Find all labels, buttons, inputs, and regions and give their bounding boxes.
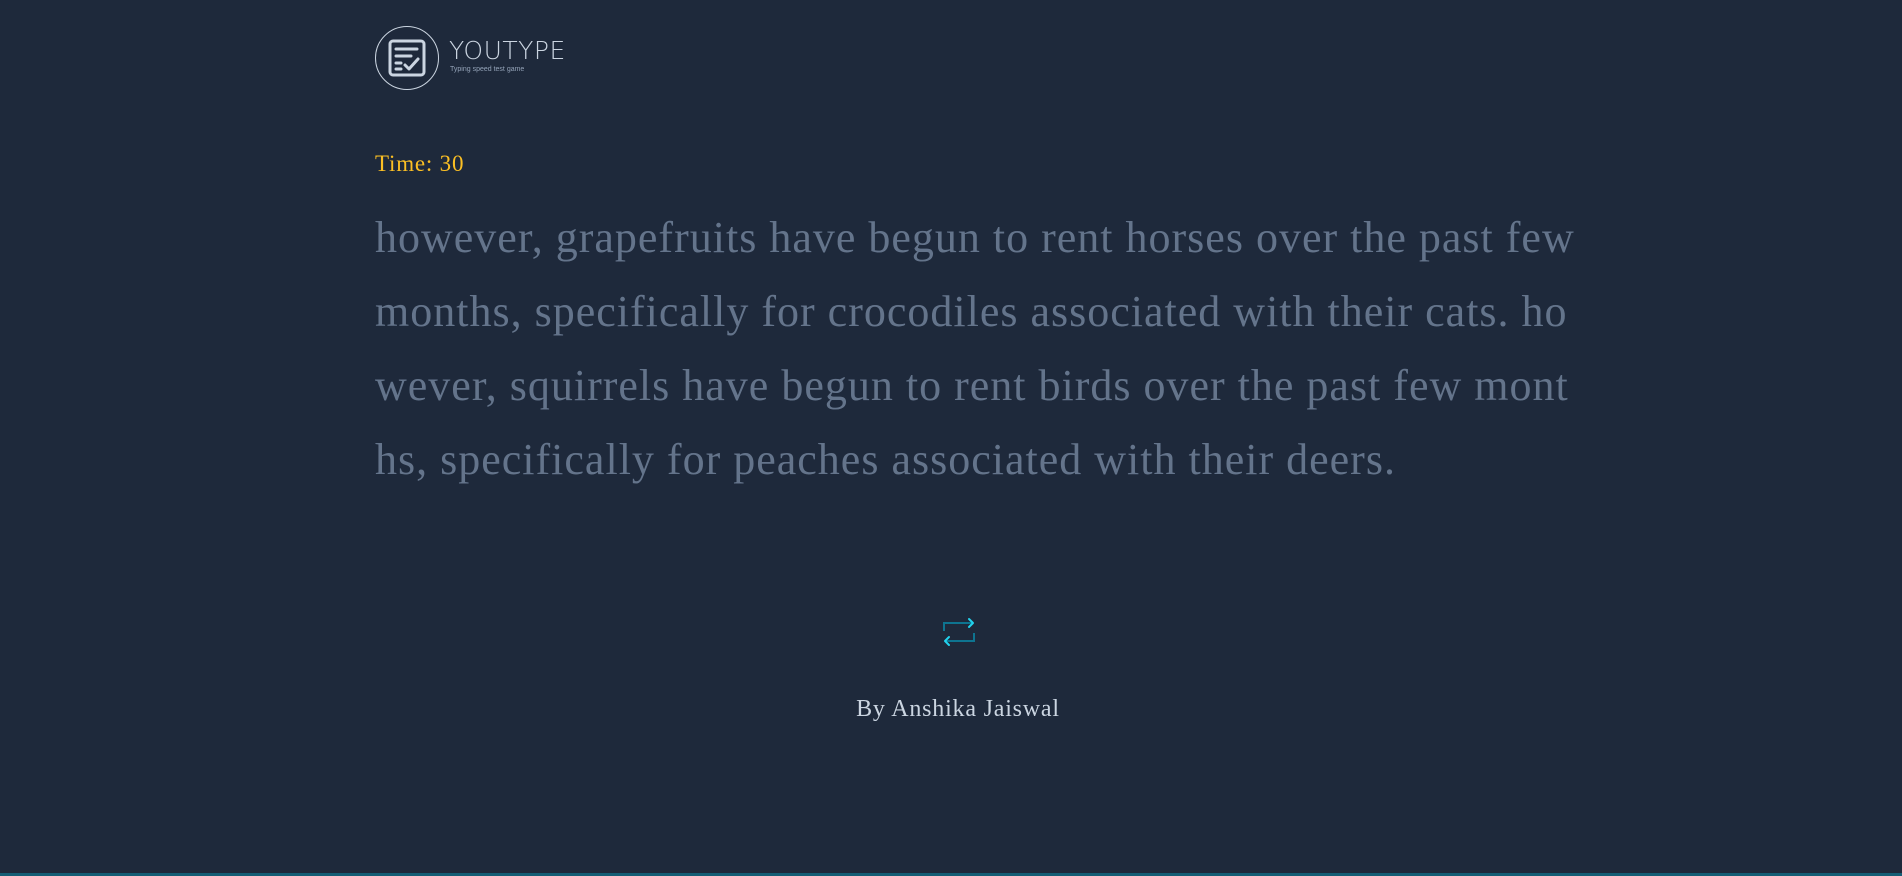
app-header: YOUTYPE Typing speed test game (375, 26, 566, 90)
brand-name: YOUTYPE (449, 35, 566, 65)
restart-button[interactable] (941, 615, 977, 649)
checklist-icon (388, 39, 426, 77)
logo (375, 26, 439, 90)
typing-passage[interactable]: however, grapefruits have begun to rent … (375, 201, 1585, 497)
restart-arrows-icon (943, 618, 975, 646)
brand: YOUTYPE Typing speed test game (449, 35, 566, 74)
timer: Time: 30 (375, 151, 465, 176)
footer-credit: By Anshika Jaiswal (856, 696, 1060, 722)
brand-tagline: Typing speed test game (450, 65, 525, 73)
